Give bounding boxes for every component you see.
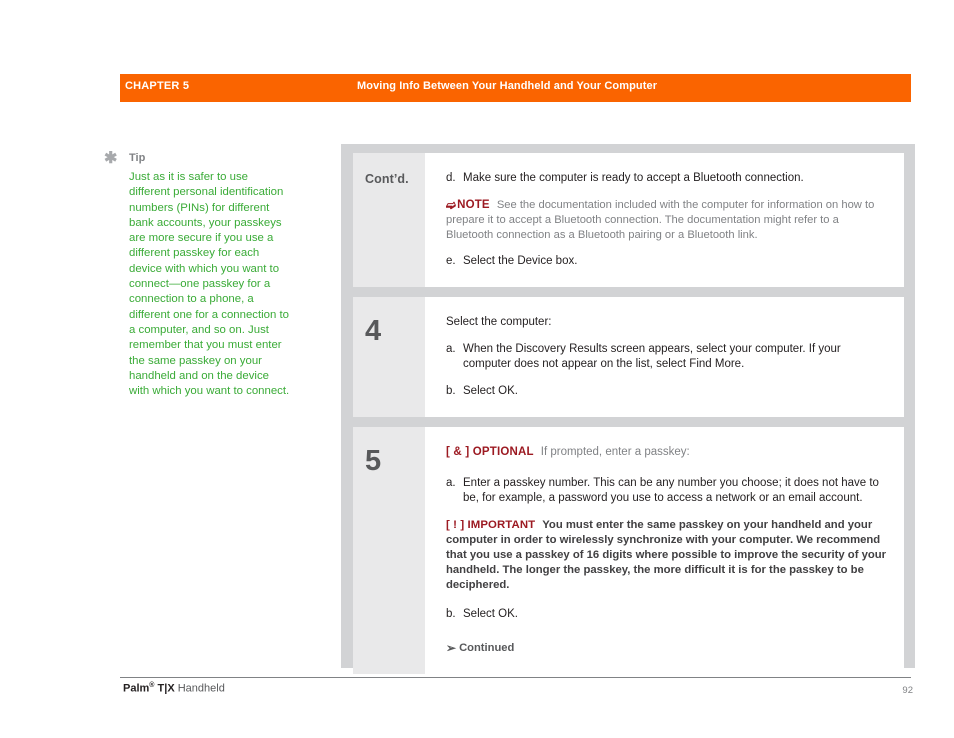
footer-product-name: Palm® T|X Handheld (123, 682, 225, 695)
tip-callout: ✱ Tip Just as it is safer to use differe… (104, 150, 294, 399)
note-label: NOTE (457, 199, 490, 211)
step-subitem-text: Select the Device box. (463, 255, 578, 268)
step-subitem-text: Select OK. (463, 608, 518, 621)
step-subitem-text: Select OK. (463, 385, 518, 398)
note-flag-icon: ➫ (446, 198, 457, 212)
steps-container: Cont’d. d. Make sure the computer is rea… (341, 144, 915, 675)
important-tag: [ ! ] IMPORTANT (446, 519, 536, 532)
step-subitem-letter: b. (446, 385, 456, 398)
optional-callout: [ & ] OPTIONAL If prompted, enter a passk… (446, 445, 888, 460)
step-subitem: d. Make sure the computer is ready to ac… (446, 171, 888, 186)
step-number-cell: 4 (353, 297, 425, 418)
arrow-down-right-icon: ➢ (446, 641, 457, 656)
step-subitem-letter: a. (446, 477, 456, 490)
optional-text: If prompted, enter a passkey: (540, 446, 690, 459)
note-callout: ➫NOTE See the documentation included with… (446, 198, 888, 242)
step-subitem: e. Select the Device box. (446, 254, 888, 269)
step-panel-4: 4 Select the computer: a. When the Disco… (353, 297, 904, 418)
chapter-label: CHAPTER 5 (125, 80, 190, 92)
step-subitem-text: When the Discovery Results screen appear… (463, 343, 841, 371)
step-body: d. Make sure the computer is ready to ac… (425, 153, 904, 287)
tip-label: Tip (129, 152, 146, 164)
continued-label: Continued (459, 642, 515, 655)
step-number-label: 5 (365, 445, 382, 478)
step-number-cell: Cont’d. (353, 153, 425, 288)
step-number-cell: 5 (353, 427, 425, 675)
step-subitem-text: Enter a passkey number. This can be any … (463, 477, 879, 505)
step-subitem: a. Enter a passkey number. This can be a… (446, 476, 888, 506)
footer-product: Handheld (174, 682, 225, 695)
step-body: [ & ] OPTIONAL If prompted, enter a passk… (425, 427, 904, 674)
tip-header: ✱ Tip (104, 150, 294, 168)
step-subitem-letter: b. (446, 608, 456, 621)
step-subitem: a. When the Discovery Results screen app… (446, 342, 888, 372)
step-number-label: Cont’d. (365, 172, 409, 186)
step-subitem-letter: e. (446, 255, 456, 268)
continued-marker: ➢ Continued (446, 640, 888, 656)
footer-brand: Palm (123, 682, 150, 695)
step-body: Select the computer: a. When the Discove… (425, 297, 904, 417)
step-subitem-letter: a. (446, 343, 456, 356)
step-intro-text: Select the computer: (446, 316, 552, 329)
tip-body-text: Just as it is safer to use different per… (129, 171, 290, 398)
footer-divider (120, 677, 911, 678)
step-panel-contd: Cont’d. d. Make sure the computer is rea… (353, 153, 904, 288)
important-callout: [ ! ] IMPORTANT You must enter the same p… (446, 518, 888, 593)
page-number: 92 (902, 685, 913, 696)
asterisk-icon: ✱ (104, 150, 118, 167)
step-number-label: 4 (365, 315, 382, 348)
chapter-title: Moving Info Between Your Handheld and Yo… (357, 80, 658, 92)
step-subitem: b. Select OK. (446, 384, 888, 399)
step-subitem-text: Make sure the computer is ready to accep… (463, 172, 804, 184)
footer-model: T|X (154, 682, 175, 695)
optional-tag: [ & ] OPTIONAL (446, 446, 534, 459)
step-panel-5: 5 [ & ] OPTIONAL If prompted, enter a pas… (353, 427, 904, 675)
step-subitem-letter: d. (446, 172, 456, 184)
chapter-header-bar: CHAPTER 5 Moving Info Between Your Handh… (120, 74, 911, 102)
note-text: See the documentation included with the … (446, 199, 875, 241)
step-subitem: b. Select OK. (446, 607, 888, 622)
